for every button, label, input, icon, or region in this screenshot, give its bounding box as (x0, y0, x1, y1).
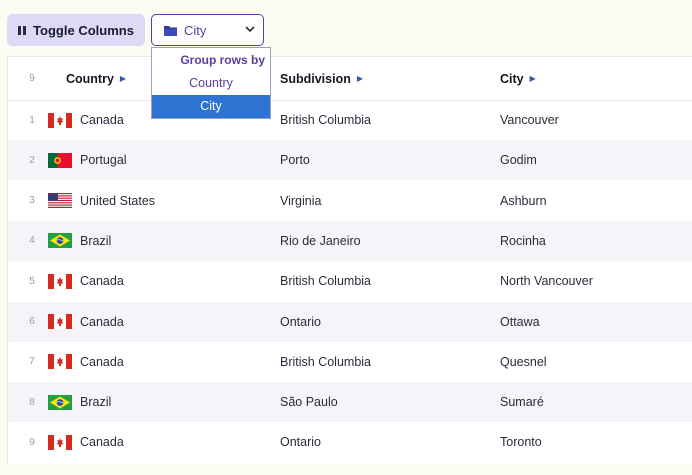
cell-country: Canada (48, 261, 124, 301)
group-option-country[interactable]: Country (152, 72, 270, 95)
brazil-flag-icon (48, 233, 72, 249)
row-count: 9 (29, 73, 35, 84)
table-row[interactable]: 5 Canada British Columbia North Vancouver (8, 261, 692, 301)
table-row[interactable]: 7 Canada British Columbia Quesnel (8, 342, 692, 382)
cell-country: Brazil (48, 221, 111, 261)
cell-city: Quesnel (500, 354, 547, 369)
cell-city: Rocinha (500, 233, 546, 248)
canada-flag-icon (48, 273, 72, 289)
cell-country: United States (48, 181, 155, 221)
table-row[interactable]: 9 Canada Ontario Toronto (8, 422, 692, 462)
group-by-value: City (184, 22, 207, 38)
cell-subdivision: Ontario (280, 435, 321, 450)
brazil-flag-icon (48, 394, 72, 410)
cell-country: Canada (48, 100, 124, 140)
cell-country: Canada (48, 302, 124, 342)
cell-city: Vancouver (500, 113, 559, 127)
cell-subdivision: British Columbia (280, 274, 372, 289)
cell-city: Sumaré (500, 395, 544, 410)
data-grid: 9 Country ▶ Subdivision ▶ City ▶ 1 Canada… (7, 56, 692, 463)
column-header-country[interactable]: Country ▶ (66, 57, 126, 100)
cell-subdivision: Ontario (280, 314, 321, 329)
table-row[interactable]: 8 Brazil São Paulo Sumaré (8, 382, 692, 423)
canada-flag-icon (48, 354, 72, 370)
cell-subdivision: Virginia (280, 193, 322, 208)
canada-flag-icon (48, 434, 72, 450)
canada-flag-icon (48, 314, 72, 329)
cell-subdivision: Porto (280, 153, 310, 168)
cell-country: Canada (48, 422, 124, 462)
sort-arrow-icon: ▶ (529, 74, 536, 83)
cell-subdivision: British Columbia (280, 113, 372, 127)
cell-country: Canada (48, 342, 124, 382)
column-header-city[interactable]: City ▶ (500, 57, 536, 100)
group-by-dropdown: Group rows by Country City (151, 47, 271, 119)
folder-icon (164, 25, 177, 36)
table-row[interactable]: 3 United States Virginia Ashburn (8, 181, 692, 221)
cell-city: North Vancouver (500, 274, 593, 289)
sort-arrow-icon: ▶ (356, 74, 363, 83)
column-header-subdivision[interactable]: Subdivision ▶ (280, 57, 363, 100)
cell-city: Toronto (500, 435, 542, 450)
cell-country: Brazil (48, 382, 111, 422)
cell-subdivision: São Paulo (280, 395, 338, 410)
sort-arrow-icon: ▶ (119, 74, 127, 83)
canada-flag-icon (48, 112, 72, 128)
cell-country: Portugal (48, 140, 127, 180)
cell-city: Ashburn (500, 193, 547, 208)
cell-city: Ottawa (500, 314, 540, 329)
chevron-down-icon (245, 26, 255, 33)
cell-subdivision: British Columbia (280, 354, 372, 369)
table-row[interactable]: 1 Canada British Columbia Vancouver (8, 100, 692, 140)
cell-subdivision: Rio de Janeiro (280, 233, 361, 248)
table-row[interactable]: 4 Brazil Rio de Janeiro Rocinha (8, 220, 692, 261)
table-row[interactable]: 2 Portugal Porto Godim (8, 140, 692, 181)
group-option-city[interactable]: City (152, 95, 270, 118)
portugal-flag-icon (48, 152, 72, 168)
toggle-columns-label: Toggle Columns (33, 22, 134, 38)
toggle-columns-button[interactable]: Toggle Columns (7, 14, 145, 46)
header-row: 9 Country ▶ Subdivision ▶ City ▶ (8, 57, 692, 101)
columns-icon (18, 25, 27, 35)
dropdown-header: Group rows by (180, 53, 265, 67)
table-row[interactable]: 6 Canada Ontario Ottawa (8, 301, 692, 342)
usa-flag-icon (48, 193, 72, 209)
group-by-select[interactable]: City (151, 14, 264, 46)
cell-city: Godim (500, 153, 537, 168)
